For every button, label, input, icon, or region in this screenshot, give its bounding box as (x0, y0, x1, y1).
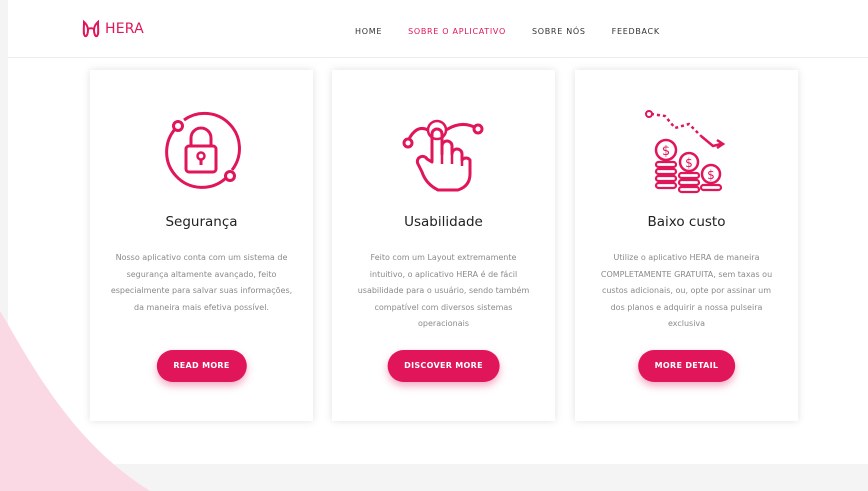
site-header: HERA HOME SOBRE O APLICATIVO SOBRE NÓS F… (8, 0, 868, 58)
read-more-button[interactable]: READ MORE (156, 350, 247, 382)
feature-card-usabilidade: Usabilidade Feito com um Layout extremam… (332, 70, 555, 421)
card-description: Nosso aplicativo conta com um sistema de… (110, 253, 293, 312)
nav-sobre-nos[interactable]: SOBRE NÓS (532, 27, 586, 36)
coins-icon: $ $ $ (645, 110, 726, 194)
more-detail-button[interactable]: MORE DETAIL (637, 350, 736, 382)
svg-text:$: $ (685, 156, 693, 170)
card-description: Utilize o aplicativo HERA de maneira COM… (600, 253, 773, 328)
card-title: Segurança (165, 214, 238, 230)
discover-more-button[interactable]: DISCOVER MORE (387, 350, 500, 382)
svg-text:$: $ (662, 144, 670, 159)
card-description: Feito com um Layout extremamente intuiti… (357, 253, 530, 328)
feature-card-seguranca: Segurança Nosso aplicativo conta com um … (90, 70, 313, 421)
brand-logo[interactable]: HERA (81, 20, 144, 38)
nav-sobre-o-aplicativo[interactable]: SOBRE O APLICATIVO (408, 27, 506, 36)
card-title: Baixo custo (647, 214, 726, 230)
feature-card-baixo-custo: $ $ $ Baixo custo Utilize o aplicativo H… (575, 70, 798, 421)
padlock-icon (165, 111, 241, 189)
brand-name: HERA (105, 21, 144, 37)
main-nav: HOME SOBRE O APLICATIVO SOBRE NÓS FEEDBA… (355, 27, 660, 36)
svg-text:$: $ (707, 168, 715, 182)
touch-hand-icon (402, 119, 484, 192)
hera-logo-icon (82, 20, 100, 38)
card-title: Usabilidade (404, 214, 483, 230)
nav-home[interactable]: HOME (355, 27, 382, 36)
nav-feedback[interactable]: FEEDBACK (612, 27, 660, 36)
